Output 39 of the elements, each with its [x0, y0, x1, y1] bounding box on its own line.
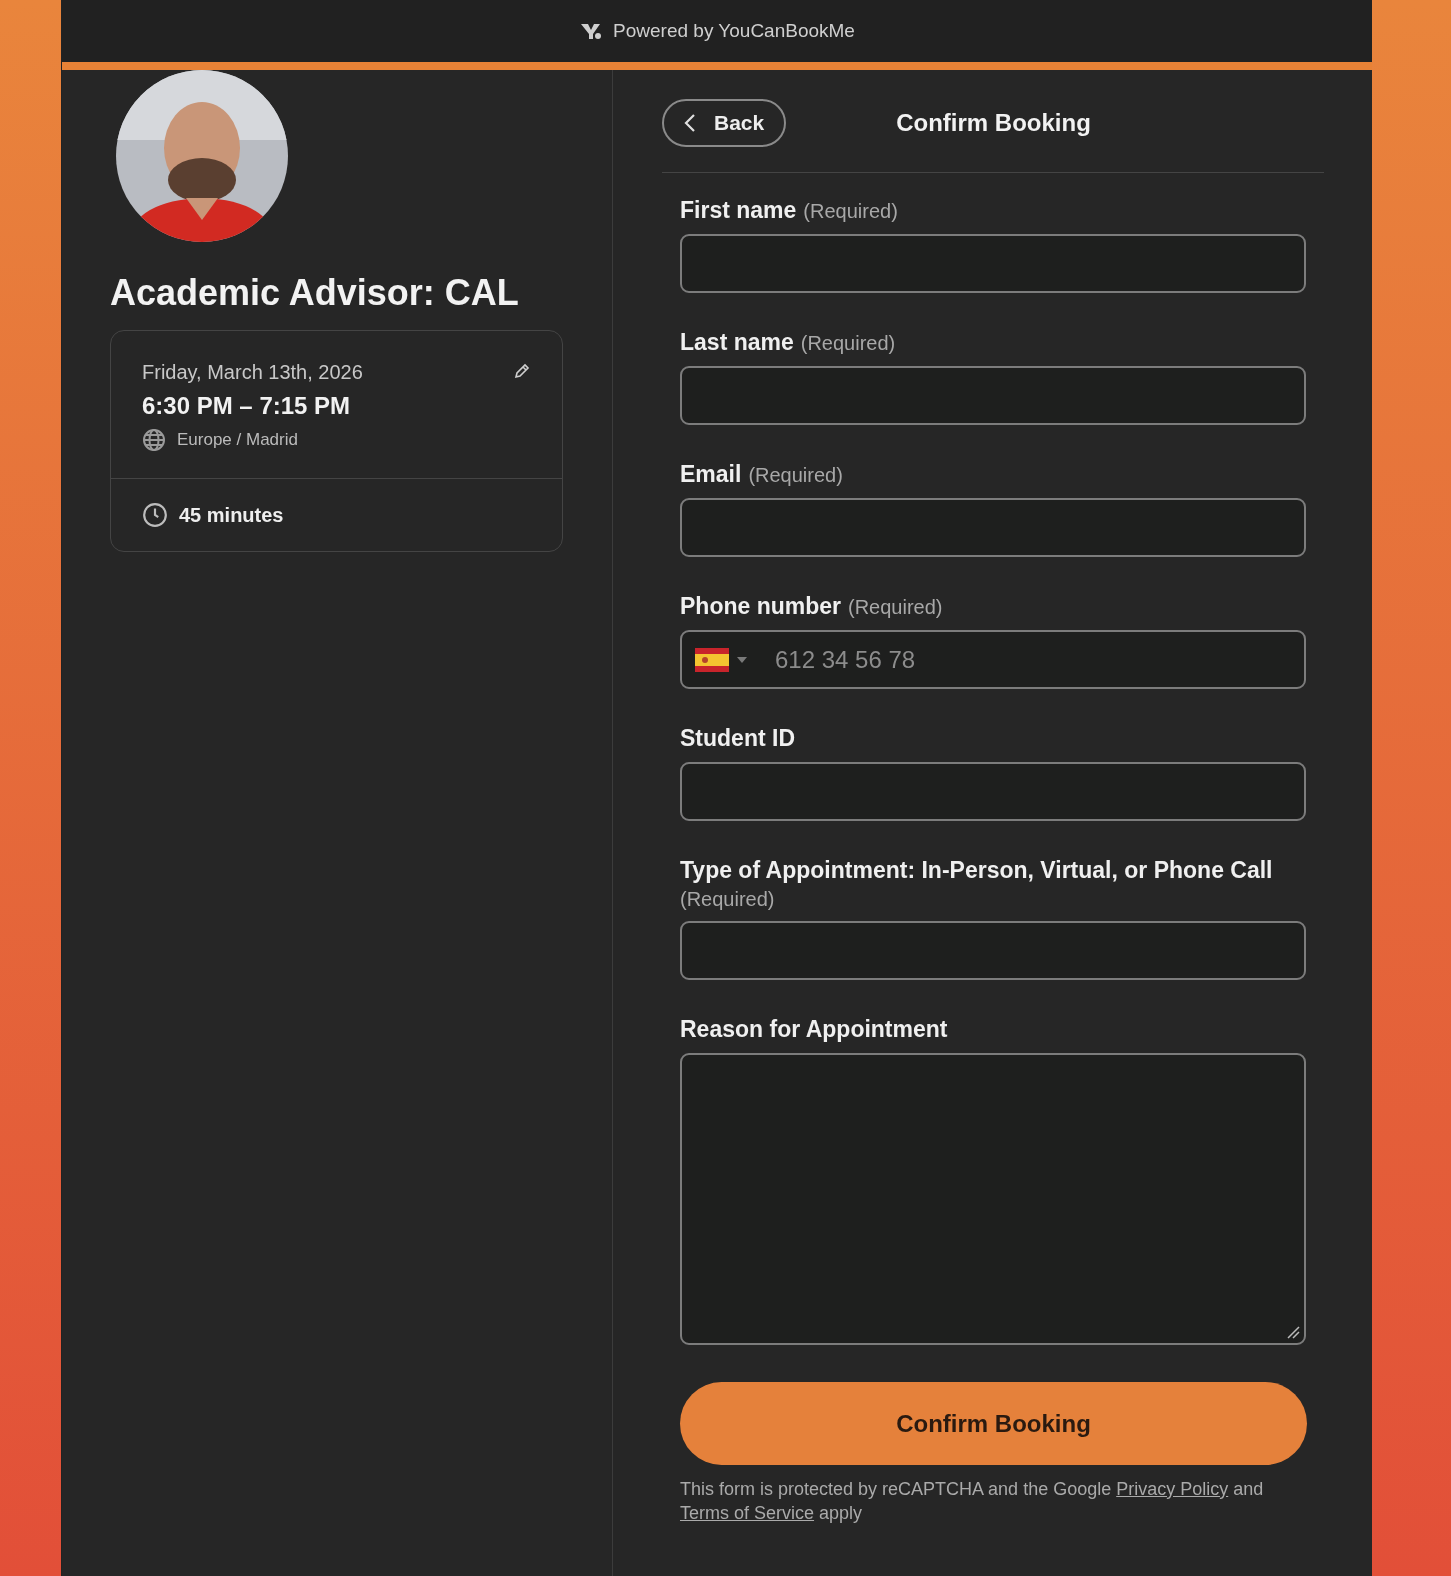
- clock-icon: [142, 502, 168, 528]
- timezone-text: Europe / Madrid: [177, 430, 298, 450]
- back-button[interactable]: Back: [662, 99, 787, 147]
- duration-text: 45 minutes: [179, 503, 284, 527]
- required-note: (Required): [748, 464, 843, 487]
- field-label: Reason for Appointment: [680, 1016, 948, 1043]
- phone-input[interactable]: 612 34 56 78: [773, 644, 1304, 675]
- resize-handle-icon[interactable]: [1286, 1325, 1300, 1339]
- field-label: Phone number: [680, 593, 841, 620]
- required-note: (Required): [803, 200, 898, 223]
- field-label: Student ID: [680, 725, 795, 752]
- confirm-booking-button[interactable]: Confirm Booking: [680, 1382, 1307, 1465]
- input-field[interactable]: [680, 366, 1306, 425]
- pencil-icon[interactable]: [512, 361, 532, 381]
- policy-link[interactable]: Privacy Policy: [1116, 1479, 1229, 1499]
- booking-date: Friday, March 13th, 2026: [142, 361, 363, 384]
- powered-by-text: Powered by YouCanBookMe: [613, 20, 855, 42]
- input-field[interactable]: [680, 762, 1306, 821]
- logo-icon: [579, 21, 604, 41]
- input-field[interactable]: [680, 234, 1306, 293]
- required-note: (Required): [800, 332, 896, 355]
- field-label: Last name: [680, 329, 794, 356]
- booking-time: 6:30 PM – 7:15 PM: [142, 392, 352, 420]
- field-label: Type of Appointment: In-Person, Virtual, or Phone Call: [680, 857, 1273, 884]
- policy-link[interactable]: Terms of Service: [680, 1503, 815, 1523]
- recaptcha-notice: This form is protected by reCAPTCHA and the Google Privacy Policy and Terms of Service apply: [680, 1478, 1265, 1525]
- phone-field[interactable]: 612 34 56 78: [680, 630, 1306, 689]
- field-label: First name: [680, 197, 797, 224]
- required-note: (Required): [680, 888, 775, 911]
- flag-icon[interactable]: [695, 647, 729, 672]
- globe-icon: [142, 428, 166, 452]
- required-note: (Required): [848, 596, 943, 619]
- field-label: Email: [680, 461, 742, 488]
- calendar-title: Academic Advisor: CAL: [110, 272, 520, 314]
- input-field[interactable]: [680, 921, 1306, 980]
- form-title: Confirm Booking: [896, 109, 1091, 137]
- chevron-left-icon[interactable]: [684, 113, 696, 133]
- caret-icon[interactable]: [737, 656, 747, 663]
- input-field[interactable]: [680, 498, 1306, 557]
